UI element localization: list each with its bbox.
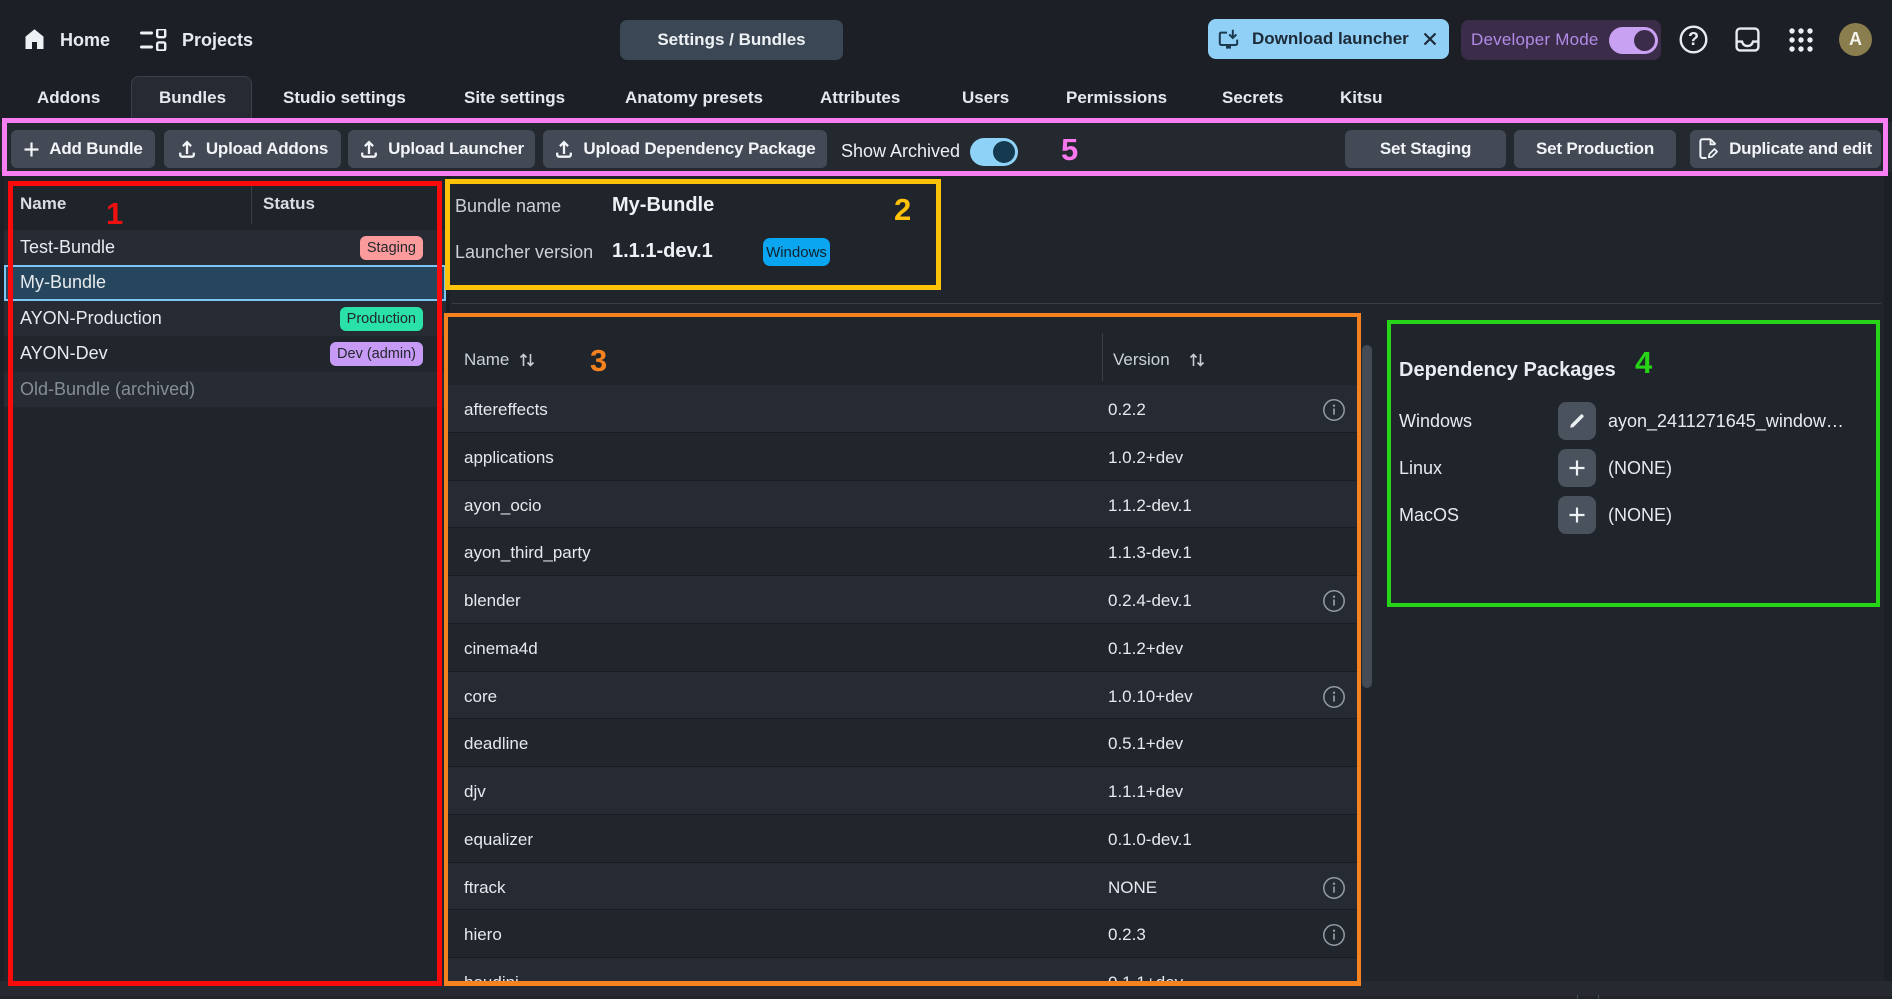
svg-text:?: ? [1688, 29, 1699, 49]
